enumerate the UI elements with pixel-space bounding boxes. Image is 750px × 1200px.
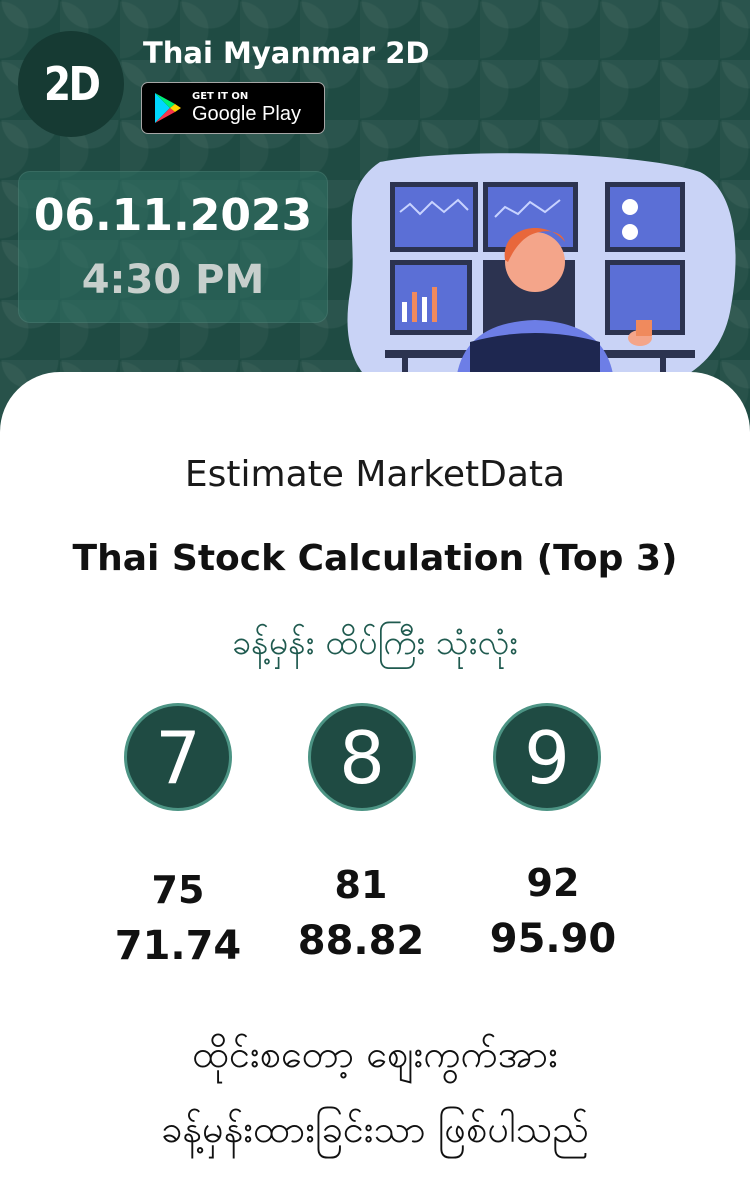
digit-circle-3: 9	[493, 703, 601, 811]
app-logo: 2D	[18, 31, 124, 137]
google-play-badge[interactable]: GET IT ON Google Play	[141, 82, 325, 134]
digit-3-value-b: 95.90	[489, 916, 617, 962]
trader-monitors-illustration	[347, 153, 736, 396]
footer-line-2: ခန့်မှန်းထားခြင်းသာ ဖြစ်ပါသည်	[160, 1107, 590, 1151]
app-page: 2D Thai Myanmar 2D GET IT ON Google Play…	[0, 0, 750, 1200]
app-title: Thai Myanmar 2D	[143, 36, 430, 70]
top3-subtitle: ခန့်မှန်း ထိပ်ကြီး သုံးလုံး	[232, 623, 518, 663]
footer-line-1: ထိုင်းစတော့ ဈေးကွက်အား	[192, 1032, 558, 1076]
google-play-icon	[155, 93, 181, 123]
digit-2-value-a: 81	[334, 863, 388, 907]
digit-3-value-a: 92	[526, 861, 580, 905]
digit-circle-1: 7	[124, 703, 232, 811]
date-text: 06.11.2023	[33, 190, 313, 241]
datetime-panel: 06.11.2023 4:30 PM	[18, 171, 328, 323]
time-text: 4:30 PM	[81, 257, 265, 303]
store-badge-small: GET IT ON	[192, 91, 249, 102]
digit-1-value-b: 71.74	[114, 923, 242, 969]
digit-2-value-b: 88.82	[297, 918, 425, 964]
digit-circle-2: 8	[308, 703, 416, 811]
estimate-label: Estimate MarketData	[184, 454, 566, 495]
store-badge-big: Google Play	[192, 103, 301, 125]
logo-text: 2D	[43, 57, 101, 111]
calc-title: Thai Stock Calculation (Top 3)	[72, 538, 678, 579]
digit-1-value-a: 75	[151, 868, 205, 912]
